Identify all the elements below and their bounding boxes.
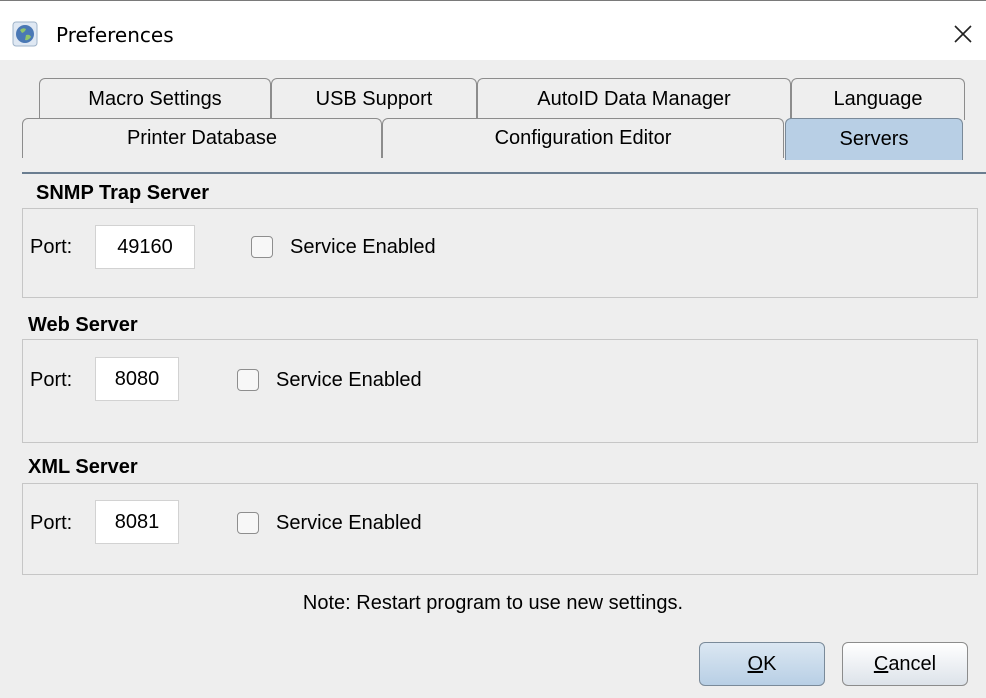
snmp-service-enabled-checkbox[interactable] xyxy=(251,236,273,258)
tab-autoid-data-manager[interactable]: AutoID Data Manager xyxy=(477,78,791,120)
ok-label: K xyxy=(763,652,777,675)
checkbox-label: Service Enabled xyxy=(276,369,422,391)
snmp-port-input[interactable]: 49160 xyxy=(95,225,195,269)
tab-language[interactable]: Language xyxy=(791,78,965,120)
port-label: Port: xyxy=(30,512,73,534)
ok-button[interactable]: OK xyxy=(699,642,825,686)
title-bar: Preferences xyxy=(0,0,986,60)
tab-usb-support[interactable]: USB Support xyxy=(271,78,477,120)
tab-label: Configuration Editor xyxy=(494,127,672,149)
cancel-button[interactable]: Cancel xyxy=(842,642,968,686)
cancel-label: ancel xyxy=(888,652,937,675)
checkbox-label: Service Enabled xyxy=(276,512,422,534)
restart-note: Note: Restart program to use new setting… xyxy=(302,592,684,614)
window-title: Preferences xyxy=(56,23,174,47)
tab-label: AutoID Data Manager xyxy=(537,88,731,110)
tab-configuration-editor[interactable]: Configuration Editor xyxy=(382,118,784,158)
tab-label: Servers xyxy=(839,128,909,150)
tab-printer-database[interactable]: Printer Database xyxy=(22,118,382,158)
xml-service-enabled-checkbox[interactable] xyxy=(237,512,259,534)
section-title-web: Web Server xyxy=(28,314,138,336)
checkbox-label: Service Enabled xyxy=(290,236,436,258)
tab-label: Printer Database xyxy=(126,127,278,149)
close-icon[interactable] xyxy=(946,17,980,51)
cancel-mnemonic: C xyxy=(873,652,889,675)
tab-label: USB Support xyxy=(315,88,433,110)
port-label: Port: xyxy=(30,236,73,258)
globe-icon xyxy=(12,21,38,47)
web-port-input[interactable]: 8080 xyxy=(95,357,179,401)
web-service-enabled-checkbox[interactable] xyxy=(237,369,259,391)
xml-port-input[interactable]: 8081 xyxy=(95,500,179,544)
port-label: Port: xyxy=(30,369,73,391)
tab-servers[interactable]: Servers xyxy=(785,118,963,160)
tab-label: Language xyxy=(833,88,923,110)
ok-mnemonic: O xyxy=(747,652,764,675)
section-title-snmp: SNMP Trap Server xyxy=(36,182,210,204)
section-title-xml: XML Server xyxy=(28,456,138,478)
tab-macro-settings[interactable]: Macro Settings xyxy=(39,78,271,120)
tab-label: Macro Settings xyxy=(88,88,222,110)
tab-strip-line xyxy=(22,172,986,174)
